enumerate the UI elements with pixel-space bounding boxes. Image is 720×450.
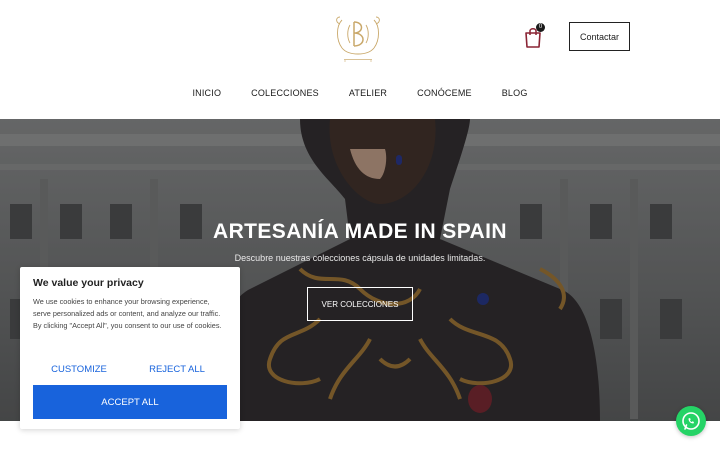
cookie-consent-banner: We value your privacy We use cookies to …: [20, 267, 240, 429]
whatsapp-chat-button[interactable]: [676, 406, 706, 436]
brand-logo[interactable]: [330, 8, 386, 66]
nav-item-colecciones[interactable]: COLECCIONES: [251, 88, 319, 98]
cookie-accept-all-button[interactable]: ACCEPT ALL: [33, 385, 227, 419]
main-navigation: INICIO COLECCIONES ATELIER CONÓCEME BLOG: [0, 88, 720, 98]
hero-subtitle: Descubre nuestras colecciones cápsula de…: [234, 253, 486, 263]
nav-item-blog[interactable]: BLOG: [502, 88, 528, 98]
whatsapp-icon: [682, 412, 700, 430]
contact-button[interactable]: Contactar: [569, 22, 630, 51]
monogram-b-logo-icon: [336, 16, 380, 62]
nav-item-inicio[interactable]: INICIO: [192, 88, 221, 98]
cookie-banner-text: We use cookies to enhance your browsing …: [33, 297, 222, 330]
view-collections-button[interactable]: VER COLECCIONES: [307, 287, 413, 321]
nav-item-conoceme[interactable]: CONÓCEME: [417, 88, 472, 98]
hero-title: ARTESANÍA MADE IN SPAIN: [213, 220, 507, 243]
site-header: 0 Contactar INICIO COLECCIONES ATELIER C…: [0, 0, 720, 119]
cart-count-badge: 0: [536, 23, 545, 32]
nav-item-atelier[interactable]: ATELIER: [349, 88, 387, 98]
cookie-customize-button[interactable]: CUSTOMIZE: [33, 361, 125, 377]
cookie-banner-title: We value your privacy: [33, 277, 144, 289]
cookie-reject-all-button[interactable]: REJECT ALL: [131, 361, 223, 377]
